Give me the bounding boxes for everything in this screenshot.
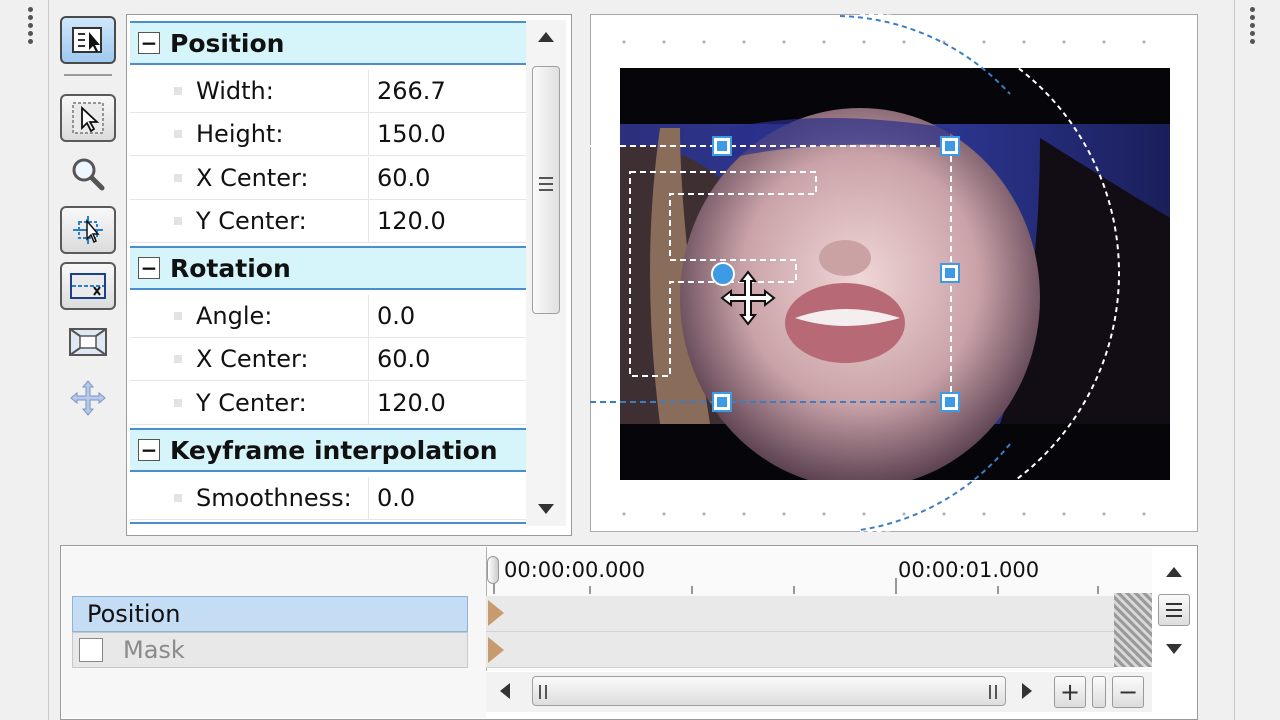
property-name: X Center: [196, 345, 309, 373]
bullet-icon [174, 174, 182, 182]
property-row-width[interactable]: Width: 266.7 [130, 70, 526, 113]
category-rotation[interactable]: − Rotation [130, 246, 526, 290]
bullet-icon [174, 312, 182, 320]
move-tool-button[interactable] [60, 374, 116, 422]
scroll-thumb[interactable] [532, 66, 560, 314]
show-properties-button[interactable] [60, 16, 116, 64]
property-row-height[interactable]: Height: 150.0 [130, 113, 526, 156]
resize-handle-top-right[interactable] [940, 136, 960, 156]
track-label-position: Position [87, 600, 181, 628]
left-panel-grip[interactable] [28, 4, 36, 47]
playhead-handle[interactable] [487, 556, 499, 584]
zoom-out-button[interactable]: − [1112, 676, 1144, 708]
bullet-icon [174, 494, 182, 502]
timeline-end-region [1114, 593, 1152, 667]
resize-handle-bottom-right[interactable] [940, 392, 960, 412]
property-value-angle[interactable]: 0.0 [368, 295, 526, 337]
lane-position[interactable] [486, 596, 1114, 632]
show-properties-icon [72, 27, 102, 53]
bullet-icon [174, 87, 182, 95]
property-value-height[interactable]: 150.0 [368, 113, 526, 155]
scroll-left-icon[interactable] [500, 683, 510, 699]
mask-edit-button[interactable] [60, 262, 116, 310]
category-title: Position [170, 28, 285, 58]
category-title: Rotation [170, 253, 291, 283]
property-value-width[interactable]: 266.7 [368, 70, 526, 112]
mask-icon [70, 273, 106, 299]
bullet-icon [174, 355, 182, 363]
property-value-y-center[interactable]: 120.0 [368, 200, 526, 242]
collapse-icon[interactable]: − [138, 257, 160, 279]
track-label-mask: Mask [123, 636, 185, 664]
zoom-tool-button[interactable] [60, 150, 116, 198]
bullet-icon [174, 217, 182, 225]
timeline-scroll-up-icon[interactable] [1166, 567, 1182, 577]
track-list-menu-button[interactable] [1158, 594, 1190, 626]
panel-divider-right [1234, 0, 1235, 720]
keyframe-marker-position[interactable] [488, 600, 504, 626]
property-row-y-center[interactable]: Y Center: 120.0 [130, 200, 526, 243]
resize-handle-top-middle[interactable] [712, 136, 732, 156]
collapse-icon[interactable]: − [138, 32, 160, 54]
enable-rotation-button[interactable] [60, 206, 116, 254]
list-icon [1166, 603, 1182, 617]
category-title: Keyframe interpolation [170, 435, 498, 465]
move-cursor-icon [720, 270, 776, 326]
timeline-scroll-down-icon[interactable] [1166, 644, 1182, 654]
zoom-slider-handle[interactable] [1092, 676, 1106, 708]
collapse-icon[interactable]: − [138, 439, 160, 461]
property-name: Angle: [196, 302, 273, 330]
lane-mask[interactable] [486, 632, 1114, 668]
arrow-cursor-icon [72, 102, 104, 134]
fit-to-frame-button[interactable] [60, 318, 116, 366]
property-scrollbar[interactable] [526, 20, 566, 526]
property-row-x-center[interactable]: X Center: 60.0 [130, 157, 526, 200]
property-value-x-center[interactable]: 60.0 [368, 157, 526, 199]
zoom-in-button[interactable]: + [1054, 676, 1086, 708]
property-row-rotation-y-center[interactable]: Y Center: 120.0 [130, 382, 526, 425]
scroll-right-icon[interactable] [1022, 683, 1032, 699]
right-panel-grip[interactable] [1250, 4, 1258, 47]
property-row-angle[interactable]: Angle: 0.0 [130, 295, 526, 338]
timeline-scroll-thumb[interactable] [532, 676, 1006, 706]
scroll-down-icon[interactable] [538, 504, 554, 514]
keyframe-marker-mask[interactable] [488, 637, 504, 663]
toolbar-separator [64, 74, 112, 76]
zoom-icon [72, 158, 105, 191]
bullet-icon [174, 130, 182, 138]
property-name: X Center: [196, 164, 309, 192]
property-name: Y Center: [196, 207, 307, 235]
selection-overlay [590, 14, 1120, 532]
resize-handle-middle-right[interactable] [940, 263, 960, 283]
property-name: Y Center: [196, 389, 307, 417]
thumb-right-grip-icon [989, 685, 997, 699]
bullet-icon [174, 399, 182, 407]
grip-lines-icon [539, 177, 553, 191]
property-value-rotation-x-center[interactable]: 60.0 [368, 338, 526, 380]
property-row-smoothness[interactable]: Smoothness: 0.0 [130, 477, 526, 520]
property-row-rotation-x-center[interactable]: X Center: 60.0 [130, 338, 526, 381]
property-value-rotation-y-center[interactable]: 120.0 [368, 382, 526, 424]
fit-icon [69, 328, 107, 356]
track-position[interactable]: Position [72, 596, 468, 632]
resize-handle-bottom-middle[interactable] [712, 392, 732, 412]
category-divider [130, 522, 526, 524]
property-name: Smoothness: [196, 484, 352, 512]
property-name: Width: [196, 77, 274, 105]
property-value-smoothness[interactable]: 0.0 [368, 477, 526, 519]
thumb-left-grip-icon [539, 685, 547, 699]
timeline-ruler [493, 578, 1099, 594]
track-mask[interactable]: Mask [72, 632, 468, 668]
rotation-crosshair-icon [73, 216, 103, 244]
panel-divider [48, 0, 49, 720]
category-keyframe-interpolation[interactable]: − Keyframe interpolation [130, 428, 526, 472]
normal-edit-tool-button[interactable] [60, 94, 116, 142]
category-position[interactable]: − Position [130, 21, 526, 65]
move-icon [70, 380, 106, 416]
scroll-up-icon[interactable] [538, 32, 554, 42]
mask-checkbox[interactable] [79, 638, 103, 662]
property-name: Height: [196, 120, 284, 148]
